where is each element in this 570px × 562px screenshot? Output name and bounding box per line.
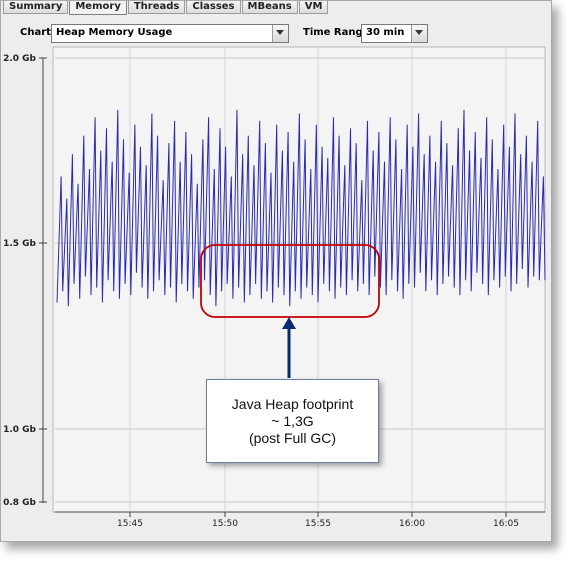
y-tick-label: 0.8 Gb (3, 498, 36, 508)
x-tick-label: 16:05 (493, 519, 519, 529)
y-tick-label: 1.0 Gb (3, 425, 36, 435)
annotation-line-2: ~ 1,3G (271, 413, 314, 429)
y-tick-label: 2.0 Gb (3, 54, 36, 64)
x-tick-label: 15:50 (212, 519, 238, 529)
x-tick-label: 15:45 (117, 519, 143, 529)
heap-memory-chart: 2.0 Gb 1.5 Gb 1.0 Gb 0.8 Gb 15:45 15:50 15:55 1… (3, 46, 546, 529)
annotation-line-3: (post Full GC) (248, 430, 337, 446)
x-tick-label: 15:55 (305, 519, 331, 529)
x-tick-label: 16:00 (399, 519, 425, 529)
annotation-line-1: Java Heap footprint (231, 396, 354, 412)
annotation-callout: Java Heap footprint ~ 1,3G (post Full GC… (206, 379, 379, 463)
y-tick-label: 1.5 Gb (3, 239, 36, 249)
